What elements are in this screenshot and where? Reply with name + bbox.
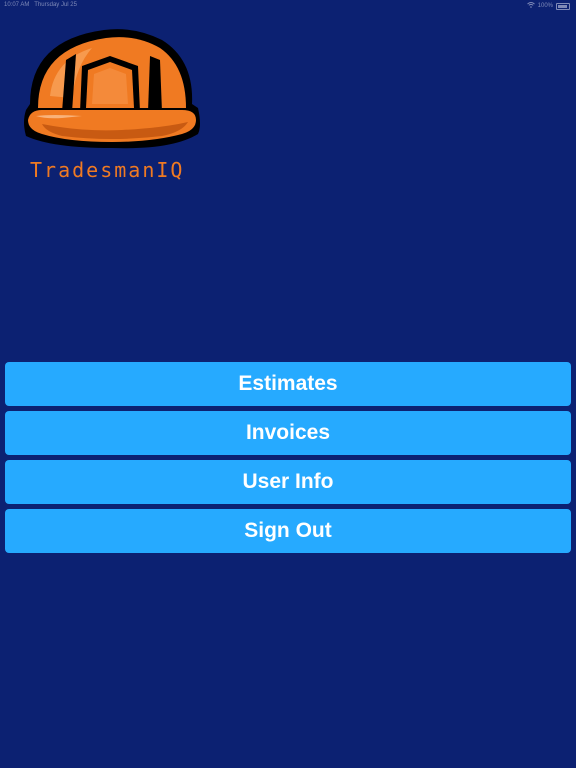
battery-percentage: 100% <box>537 3 553 9</box>
status-bar: 10:07 AM Thursday Jul 25 100% <box>0 0 576 12</box>
status-date: Thursday Jul 25 <box>34 2 77 8</box>
home-screen: 10:07 AM Thursday Jul 25 100% TradesmanI… <box>0 0 576 768</box>
status-indicators: 100% <box>526 2 570 10</box>
user-info-button[interactable]: User Info <box>5 460 571 504</box>
battery-icon <box>556 2 570 10</box>
wifi-icon <box>526 2 535 10</box>
status-time-date: 10:07 AM Thursday Jul 25 <box>4 2 77 8</box>
status-time: 10:07 AM <box>4 2 30 8</box>
brand-name: TradesmanIQ <box>30 158 185 182</box>
brand-logo: TradesmanIQ <box>22 26 204 184</box>
hard-hat-icon <box>24 29 200 149</box>
sign-out-button[interactable]: Sign Out <box>5 509 571 553</box>
main-menu: Estimates Invoices User Info Sign Out <box>5 362 571 558</box>
estimates-button[interactable]: Estimates <box>5 362 571 406</box>
invoices-button[interactable]: Invoices <box>5 411 571 455</box>
